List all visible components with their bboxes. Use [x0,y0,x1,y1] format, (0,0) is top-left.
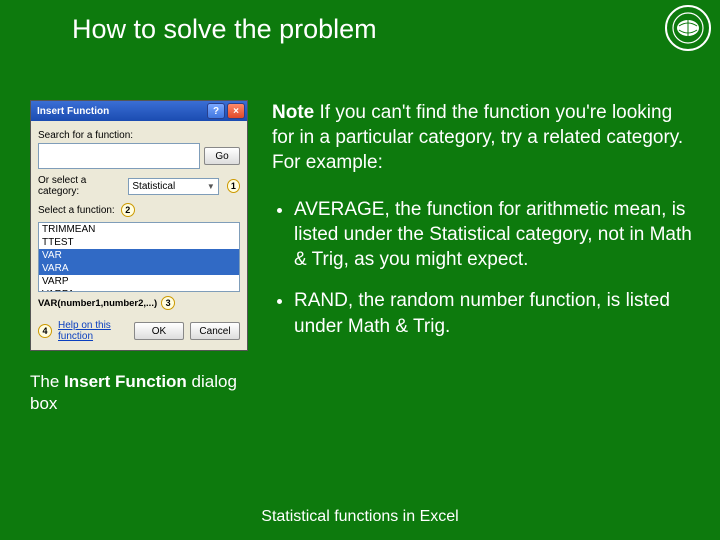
list-item[interactable]: VARPA [39,288,239,292]
category-value: Statistical [132,181,175,192]
callout-3: 3 [161,296,175,310]
cancel-button[interactable]: Cancel [190,322,240,340]
category-label: Or select a category: [38,175,124,197]
chevron-down-icon: ▼ [207,182,215,191]
bullet-1: AVERAGE, the function for arithmetic mea… [294,197,696,272]
callout-1: 1 [227,179,240,193]
select-function-label: Select a function: [38,205,115,216]
dialog-caption: The Insert Function dialog box [30,371,248,415]
slide-footer: Statistical functions in Excel [0,508,720,526]
bullet-2: RAND, the random number function, is lis… [294,288,696,338]
list-item[interactable]: VARA [39,262,239,275]
search-input[interactable] [38,143,200,169]
function-signature: VAR(number1,number2,...) [38,298,157,309]
help-icon[interactable]: ? [207,103,225,119]
slide-title: How to solve the problem [72,14,377,45]
list-item[interactable]: TRIMMEAN [39,223,239,236]
category-select[interactable]: Statistical ▼ [128,178,218,195]
dialog-titlebar: Insert Function ? × [31,101,247,121]
close-icon[interactable]: × [227,103,245,119]
list-item[interactable]: VARP [39,275,239,288]
note-label: Note [272,102,314,123]
help-link[interactable]: Help on this function [58,320,128,342]
ok-button[interactable]: OK [134,322,184,340]
search-label: Search for a function: [38,130,240,141]
function-list[interactable]: TRIMMEAN TTEST VAR VARA VARP VARPA [38,222,240,292]
dialog-title: Insert Function [37,106,109,117]
slide-body-text: Note If you can't find the function you'… [272,100,696,355]
insert-function-dialog: Insert Function ? × Search for a functio… [30,100,248,351]
list-item[interactable]: VAR [39,249,239,262]
institute-logo [664,4,712,52]
callout-4: 4 [38,324,52,338]
list-item[interactable]: TTEST [39,236,239,249]
callout-2: 2 [121,203,135,217]
go-button[interactable]: Go [204,147,240,165]
note-body: If you can't find the function you're lo… [272,102,683,173]
